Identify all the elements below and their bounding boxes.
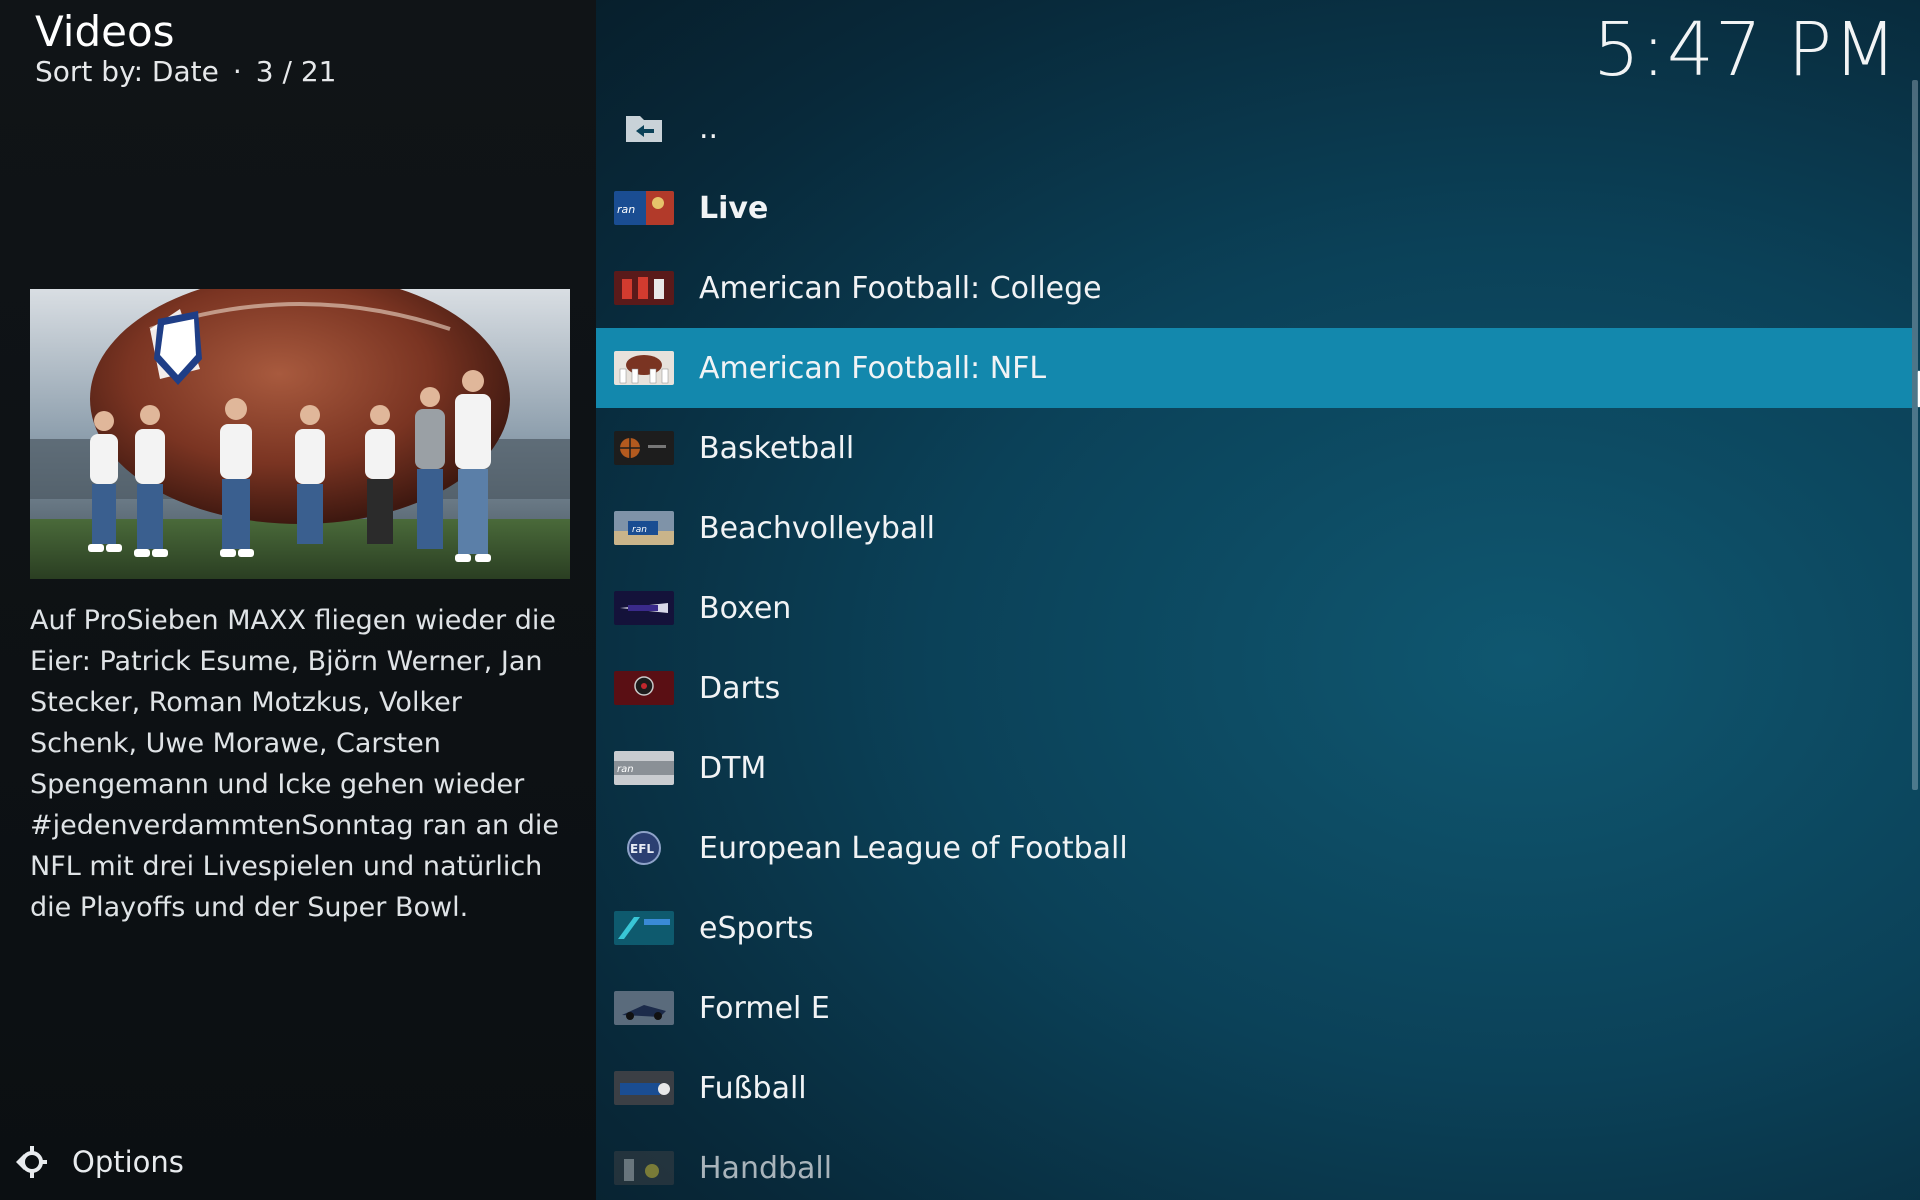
svg-text:EFL: EFL: [630, 842, 654, 856]
list-item[interactable]: Fußball: [596, 1048, 1912, 1128]
list-item[interactable]: Darts: [596, 648, 1912, 728]
list-panel: 5:47 PM .. ran Live American Football: C…: [596, 0, 1920, 1200]
list-item-label: Formel E: [699, 990, 830, 1026]
list-item-label: DTM: [699, 750, 767, 786]
list-item-selected[interactable]: American Football: NFL: [596, 328, 1912, 408]
list-item-label: Beachvolleyball: [699, 510, 936, 546]
list-item-label: European League of Football: [699, 830, 1128, 866]
kodi-video-browser: Videos Sort by: Date · 3 / 21 Auf ProSie…: [0, 0, 1920, 1200]
efl-logo-thumbnail: EFL: [614, 831, 674, 865]
list-item[interactable]: ran Beachvolleyball: [596, 488, 1912, 568]
dtm-thumbnail: ran: [614, 751, 674, 785]
sort-info: Sort by: Date · 3 / 21: [35, 54, 336, 90]
list-item[interactable]: eSports: [596, 888, 1912, 968]
scrollbar[interactable]: [1912, 80, 1918, 790]
list-item-label: American Football: NFL: [699, 350, 1047, 386]
handball-thumbnail: [614, 1151, 674, 1185]
svg-text:ran: ran: [632, 525, 647, 535]
list-item[interactable]: American Football: College: [596, 248, 1912, 328]
list-item[interactable]: Boxen: [596, 568, 1912, 648]
sort-label: Sort by: Date: [35, 55, 219, 88]
college-football-thumbnail: [614, 271, 674, 305]
fanart-image: [30, 289, 570, 579]
nfl-thumbnail: [614, 351, 674, 385]
darts-thumbnail: [614, 671, 674, 705]
plot-description: Auf ProSieben MAXX fliegen wieder die Ei…: [30, 605, 559, 923]
list-item-label: Live: [699, 190, 769, 226]
list-item-label: eSports: [699, 910, 814, 946]
list-item[interactable]: ran Live: [596, 168, 1912, 248]
separator-dot: ·: [232, 55, 242, 88]
page-title: Videos: [35, 7, 175, 56]
list-item[interactable]: Handball: [596, 1128, 1912, 1200]
list-item-label: American Football: College: [699, 270, 1102, 306]
info-panel: Videos Sort by: Date · 3 / 21 Auf ProSie…: [0, 0, 596, 1200]
folder-list: .. ran Live American Football: College A…: [596, 88, 1912, 1200]
fussball-thumbnail: [614, 1071, 674, 1105]
list-item-label: Basketball: [699, 430, 855, 466]
list-item[interactable]: Formel E: [596, 968, 1912, 1048]
mouse-pointer-icon: [1917, 370, 1920, 408]
options-icon: [16, 1146, 47, 1178]
list-item-label: Fußball: [699, 1070, 807, 1106]
live-thumbnail: ran: [614, 191, 674, 225]
boxen-thumbnail: [614, 591, 674, 625]
list-item-label: ..: [699, 110, 719, 146]
list-item-parent-folder[interactable]: ..: [596, 88, 1912, 168]
item-position: 3 / 21: [255, 55, 337, 88]
esports-thumbnail: [614, 911, 674, 945]
list-item[interactable]: Basketball: [596, 408, 1912, 488]
nfl-fanart-illustration: [30, 289, 570, 579]
list-item[interactable]: ran DTM: [596, 728, 1912, 808]
options-label: Options: [72, 1145, 184, 1179]
svg-text:ran: ran: [617, 203, 635, 216]
list-item[interactable]: EFL European League of Football: [596, 808, 1912, 888]
options-button[interactable]: Options: [12, 1140, 184, 1184]
list-item-label: Handball: [699, 1150, 833, 1186]
formel-e-thumbnail: [614, 991, 674, 1025]
list-item-label: Darts: [699, 670, 781, 706]
folder-back-icon: [614, 111, 674, 145]
beachvolleyball-thumbnail: ran: [614, 511, 674, 545]
basketball-thumbnail: [614, 431, 674, 465]
svg-text:ran: ran: [617, 764, 634, 775]
clock: 5:47 PM: [1592, 7, 1898, 93]
list-item-label: Boxen: [699, 590, 792, 626]
